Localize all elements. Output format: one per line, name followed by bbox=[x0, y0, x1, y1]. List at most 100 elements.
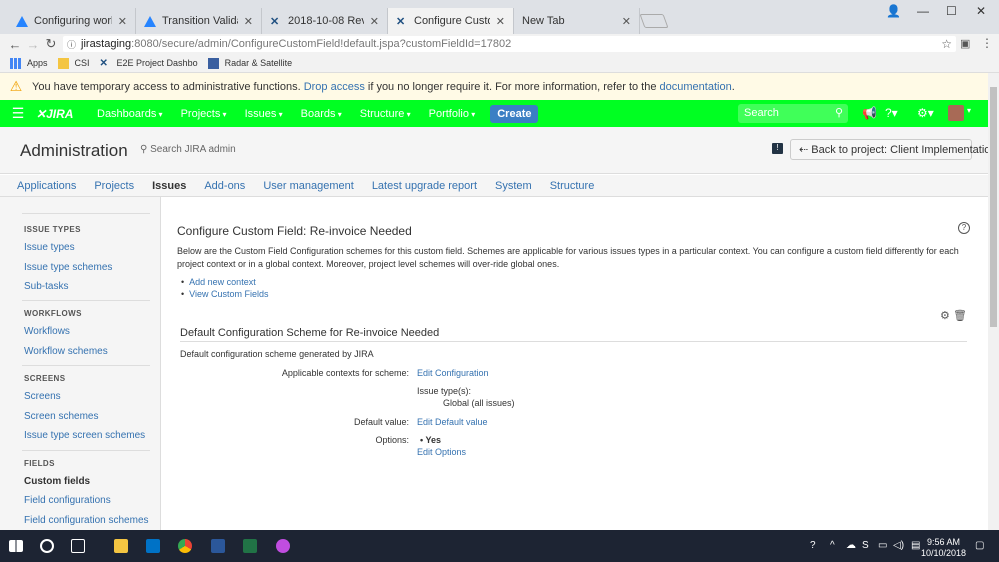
tab-latest-upgrade-report[interactable]: Latest upgrade report bbox=[372, 180, 477, 192]
bookmark-e2e[interactable]: ✕ E2E Project Dashbo bbox=[100, 58, 198, 69]
admin-tabs: Applications Projects Issues Add-ons Use… bbox=[0, 175, 988, 197]
task-view-icon[interactable] bbox=[71, 539, 85, 553]
sidebar-item-issue-type-schemes[interactable]: Issue type schemes bbox=[24, 262, 112, 273]
sidebar-item-workflows[interactable]: Workflows bbox=[24, 326, 70, 337]
nav-issues[interactable]: Issues bbox=[245, 108, 283, 120]
file-explorer-icon[interactable] bbox=[114, 539, 128, 553]
page-scrollbar[interactable] bbox=[988, 73, 999, 530]
project-icon[interactable] bbox=[243, 539, 257, 553]
edit-options-link[interactable]: Edit Options bbox=[417, 447, 466, 457]
back-to-project-button[interactable]: ⇠ Back to project: Client Implementation… bbox=[790, 139, 999, 160]
help-tray-icon[interactable]: ? bbox=[810, 540, 816, 551]
close-tab-icon[interactable]: ✕ bbox=[496, 15, 505, 28]
drop-access-link[interactable]: Drop access bbox=[304, 81, 365, 93]
bookmark-radar[interactable]: Radar & Satellite bbox=[207, 57, 292, 69]
trash-icon[interactable]: 🗑 bbox=[953, 310, 967, 322]
sidebar-item-screens[interactable]: Screens bbox=[24, 391, 61, 402]
minimize-icon[interactable]: — bbox=[917, 4, 929, 18]
documentation-link[interactable]: documentation bbox=[660, 81, 732, 93]
close-tab-icon[interactable]: ✕ bbox=[118, 15, 127, 28]
info-icon[interactable]: ⓘ bbox=[67, 38, 76, 51]
hamburger-menu-icon[interactable]: ☰ bbox=[0, 105, 36, 122]
nav-boards[interactable]: Boards bbox=[301, 108, 342, 120]
gear-icon[interactable]: ⚙ bbox=[940, 310, 950, 322]
display-icon[interactable]: ▭ bbox=[878, 540, 887, 551]
scrollbar-thumb[interactable] bbox=[990, 87, 997, 327]
outlook-icon[interactable] bbox=[146, 539, 160, 553]
add-new-context-link[interactable]: Add new context bbox=[189, 277, 256, 287]
bookmarks-bar: Apps CSI ✕ E2E Project Dashbo Radar & Sat… bbox=[0, 54, 999, 73]
browser-tab[interactable]: New Tab ✕ bbox=[514, 8, 640, 34]
search-icon: ⚲ bbox=[140, 144, 151, 155]
app-icon[interactable] bbox=[276, 539, 290, 553]
browser-tab[interactable]: ✕ 2018-10-08 Review Prop ✕ bbox=[262, 8, 388, 34]
menu-icon[interactable]: ⋮ bbox=[981, 36, 993, 50]
sidebar-item-issue-type-screen-schemes[interactable]: Issue type screen schemes bbox=[24, 430, 145, 441]
nav-portfolio[interactable]: Portfolio bbox=[429, 108, 476, 120]
edit-configuration-link[interactable]: Edit Configuration bbox=[417, 368, 489, 378]
profile-icon[interactable]: 👤 bbox=[886, 4, 901, 18]
tab-issues[interactable]: Issues bbox=[152, 180, 186, 192]
word-icon[interactable] bbox=[211, 539, 225, 553]
admin-search-input[interactable]: ⚲ Search JIRA admin bbox=[140, 144, 236, 155]
volume-icon[interactable]: ◁) bbox=[893, 540, 904, 551]
megaphone-icon[interactable]: 📢 bbox=[862, 106, 877, 120]
browser-tab[interactable]: Configuring workflow sc ✕ bbox=[8, 8, 136, 34]
nav-structure[interactable]: Structure bbox=[360, 108, 411, 120]
tab-applications[interactable]: Applications bbox=[17, 180, 76, 192]
view-custom-fields-link[interactable]: View Custom Fields bbox=[189, 289, 268, 299]
sidebar-item-custom-fields[interactable]: Custom fields bbox=[24, 476, 90, 487]
browser-tab[interactable]: Transition Validator Expla ✕ bbox=[136, 8, 262, 34]
close-tab-icon[interactable]: ✕ bbox=[244, 15, 253, 28]
star-icon[interactable]: ☆ bbox=[941, 37, 952, 51]
tab-structure[interactable]: Structure bbox=[550, 180, 595, 192]
bookmark-csi[interactable]: CSI bbox=[57, 57, 90, 69]
close-window-icon[interactable]: ✕ bbox=[976, 4, 986, 18]
reload-icon[interactable]: ↻ bbox=[42, 36, 60, 52]
network-icon[interactable]: ▤ bbox=[911, 540, 920, 551]
sidebar-item-issue-types[interactable]: Issue types bbox=[24, 242, 75, 253]
windows-start-icon[interactable] bbox=[9, 540, 23, 552]
sidebar-item-screen-schemes[interactable]: Screen schemes bbox=[24, 411, 98, 422]
nav-dashboards[interactable]: Dashboards bbox=[97, 108, 163, 120]
tab-add-ons[interactable]: Add-ons bbox=[204, 180, 245, 192]
avatar[interactable] bbox=[948, 105, 964, 121]
sidebar-item-workflow-schemes[interactable]: Workflow schemes bbox=[24, 346, 108, 357]
notifications-icon[interactable]: ▢ bbox=[975, 540, 984, 551]
chevron-up-icon[interactable]: ^ bbox=[830, 540, 835, 551]
cloud-icon[interactable]: ☁ bbox=[846, 540, 856, 551]
extension-icon[interactable]: ▣ bbox=[960, 37, 970, 50]
browser-tab-active[interactable]: ✕ Configure Custom Field: I ✕ bbox=[388, 8, 514, 34]
gear-icon[interactable]: ⚙▾ bbox=[917, 106, 934, 120]
sidebar-item-field-configuration-schemes[interactable]: Field configuration schemes bbox=[24, 515, 149, 526]
help-icon[interactable]: ? bbox=[958, 222, 970, 234]
tab-system[interactable]: System bbox=[495, 180, 532, 192]
new-tab-button[interactable] bbox=[639, 14, 669, 28]
sidebar-item-sub-tasks[interactable]: Sub-tasks bbox=[24, 281, 68, 292]
feedback-icon[interactable]: ! bbox=[772, 143, 783, 154]
jira-search-input[interactable]: Search ⚲ bbox=[738, 104, 848, 123]
jira-logo[interactable]: ✕JIRA bbox=[36, 107, 88, 121]
create-button[interactable]: Create bbox=[490, 104, 539, 123]
issue-types-label: Issue type(s): bbox=[417, 386, 472, 396]
help-icon[interactable]: ?▾ bbox=[885, 106, 898, 120]
close-tab-icon[interactable]: ✕ bbox=[622, 15, 631, 28]
tab-projects[interactable]: Projects bbox=[94, 180, 134, 192]
maximize-icon[interactable]: ☐ bbox=[946, 4, 957, 18]
contexts-label: Applicable contexts for scheme: bbox=[281, 368, 409, 378]
bookmark-apps[interactable]: Apps bbox=[10, 57, 48, 69]
back-arrow-icon[interactable]: ← bbox=[6, 37, 24, 52]
cortana-icon[interactable] bbox=[40, 539, 54, 553]
edit-default-value-link[interactable]: Edit Default value bbox=[417, 417, 488, 427]
main-content: Configure Custom Field: Re-invoice Neede… bbox=[161, 197, 988, 530]
clock[interactable]: 9:56 AM 10/10/2018 bbox=[921, 537, 966, 559]
skype-icon[interactable]: S bbox=[862, 540, 869, 551]
chrome-icon[interactable] bbox=[178, 539, 192, 553]
sidebar-item-field-configurations[interactable]: Field configurations bbox=[24, 495, 111, 506]
tab-user-management[interactable]: User management bbox=[263, 180, 354, 192]
url-field[interactable]: ⓘ jirastaging:8080/secure/admin/Configur… bbox=[63, 36, 956, 52]
nav-projects[interactable]: Projects bbox=[181, 108, 227, 120]
close-tab-icon[interactable]: ✕ bbox=[370, 15, 379, 28]
forward-arrow-icon[interactable]: → bbox=[24, 37, 42, 52]
chevron-down-icon[interactable]: ▾ bbox=[967, 106, 971, 115]
